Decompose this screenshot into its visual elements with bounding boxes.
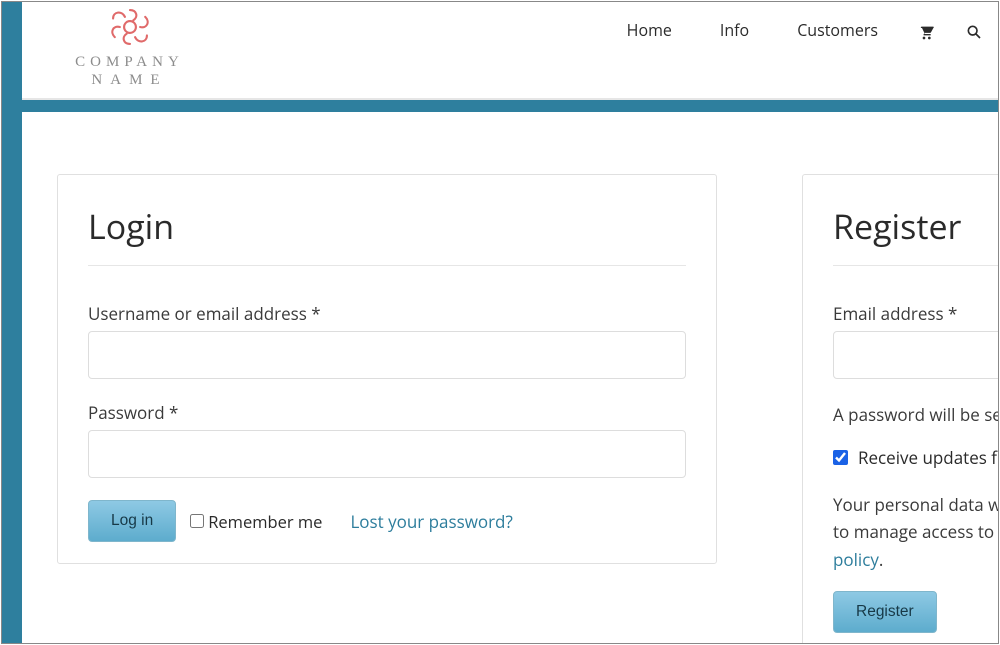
search-icon[interactable] (950, 1, 998, 59)
login-panel: Login Username or email address * Passwo… (57, 174, 717, 564)
privacy-text-1: Your personal data wil (833, 491, 998, 518)
privacy-policy-link[interactable]: policy (833, 548, 879, 571)
logo-icon (103, 5, 157, 49)
reg-email-label: Email address * (833, 302, 998, 325)
logo-text: COMPANY NAME (57, 53, 202, 89)
updates-row[interactable]: Receive updates fro (833, 446, 998, 469)
privacy-text-2: to manage access to yo (833, 518, 998, 545)
register-button[interactable]: Register (833, 591, 937, 633)
register-panel: Register Email address * A password will… (802, 174, 998, 643)
login-title: Login (88, 203, 686, 266)
policy-suffix: . (879, 548, 883, 571)
content-area: Login Username or email address * Passwo… (22, 112, 998, 643)
nav-customers[interactable]: Customers (773, 1, 902, 59)
nav-home[interactable]: Home (603, 1, 696, 59)
nav-info[interactable]: Info (696, 1, 773, 59)
username-input[interactable] (88, 331, 686, 379)
password-input[interactable] (88, 430, 686, 478)
lost-password-link[interactable]: Lost your password? (350, 510, 512, 533)
logo-line1: COMPANY (57, 53, 202, 71)
header: COMPANY NAME Home Info Customers (22, 2, 998, 100)
privacy-line-3: policy. (833, 546, 998, 573)
reg-email-input[interactable] (833, 331, 998, 379)
login-button[interactable]: Log in (88, 500, 176, 542)
remember-checkbox[interactable] (190, 514, 204, 528)
app-frame: COMPANY NAME Home Info Customers Login U… (1, 1, 999, 644)
password-label: Password * (88, 401, 686, 424)
remember-me[interactable]: Remember me (190, 510, 322, 533)
logo-line2: NAME (57, 71, 202, 89)
register-title: Register (833, 203, 998, 266)
updates-label: Receive updates fro (858, 446, 998, 469)
password-hint: A password will be sen (833, 401, 998, 428)
main-nav: Home Info Customers (603, 2, 998, 58)
cart-icon[interactable] (902, 1, 950, 59)
left-accent-stripe (2, 2, 22, 643)
username-label: Username or email address * (88, 302, 686, 325)
accent-bar (22, 100, 998, 112)
remember-label: Remember me (208, 510, 322, 533)
login-actions: Log in Remember me Lost your password? (88, 500, 686, 542)
updates-checkbox[interactable] (833, 450, 848, 465)
logo[interactable]: COMPANY NAME (57, 5, 202, 89)
